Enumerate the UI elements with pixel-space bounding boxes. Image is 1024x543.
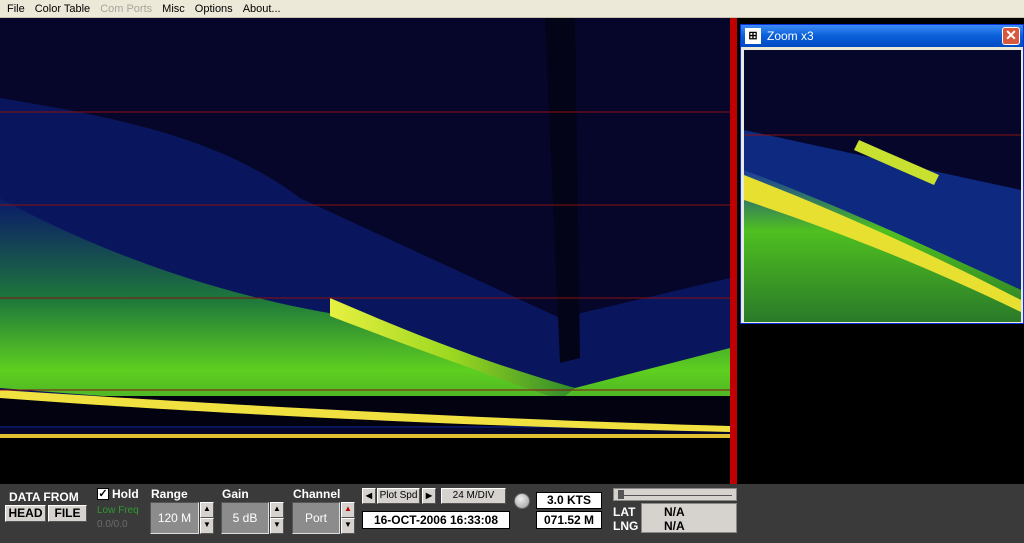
channel-down-arrow-icon[interactable]: ▼ bbox=[341, 518, 355, 534]
lat-label: LAT bbox=[613, 505, 636, 519]
data-from-label: DATA FROM bbox=[9, 490, 79, 504]
menu-bar: File Color Table Com Ports Misc Options … bbox=[0, 0, 1024, 18]
gain-up-arrow-icon[interactable]: ▲ bbox=[270, 502, 284, 518]
lat-value: N/A bbox=[664, 505, 685, 519]
menu-com-ports[interactable]: Com Ports bbox=[95, 0, 157, 18]
close-icon[interactable]: ✕ bbox=[1002, 27, 1020, 45]
channel-up-arrow-icon[interactable]: ▲ bbox=[341, 502, 355, 518]
menu-file[interactable]: File bbox=[2, 0, 30, 18]
menu-options[interactable]: Options bbox=[190, 0, 238, 18]
sonar-waterfall-display[interactable] bbox=[0, 18, 730, 484]
zoom-title: Zoom x3 bbox=[767, 29, 814, 43]
control-panel: DATA FROM HEAD FILE ✓ Hold Low Freq 0.0/… bbox=[0, 484, 1024, 543]
knob-icon[interactable] bbox=[514, 493, 530, 509]
ping-counter: 0.0/0.0 bbox=[97, 519, 128, 530]
menu-about[interactable]: About... bbox=[238, 0, 286, 18]
distance-display: 071.52 M bbox=[536, 511, 602, 529]
zoom-title-bar[interactable]: ⊞ Zoom x3 bbox=[741, 25, 1023, 47]
slider-track bbox=[618, 495, 732, 496]
head-button[interactable]: HEAD bbox=[5, 505, 46, 522]
plot-speed-left-arrow-icon[interactable]: ◀ bbox=[362, 488, 376, 504]
menu-color-table[interactable]: Color Table bbox=[30, 0, 95, 18]
sonar-image bbox=[0, 18, 730, 484]
below-bottom bbox=[0, 438, 730, 484]
speed-display: 3.0 KTS bbox=[536, 492, 602, 509]
menu-misc[interactable]: Misc bbox=[157, 0, 190, 18]
range-value: 120 M bbox=[150, 502, 199, 534]
plot-speed-label: Plot Spd bbox=[377, 488, 420, 504]
datetime-display: 16-OCT-2006 16:33:08 bbox=[362, 511, 510, 529]
range-label: Range bbox=[151, 487, 188, 501]
position-display: N/A N/A bbox=[641, 503, 737, 533]
plot-speed-right-arrow-icon[interactable]: ▶ bbox=[422, 488, 436, 504]
gain-down-arrow-icon[interactable]: ▼ bbox=[270, 518, 284, 534]
gain-value: 5 dB bbox=[221, 502, 269, 534]
position-slider[interactable] bbox=[613, 488, 737, 501]
lng-label: LNG bbox=[613, 519, 639, 533]
gain-label: Gain bbox=[222, 487, 249, 501]
div-value: 24 M/DIV bbox=[441, 488, 506, 504]
hold-checkbox[interactable]: ✓ bbox=[97, 488, 109, 500]
file-button[interactable]: FILE bbox=[48, 505, 87, 522]
zoom-image bbox=[744, 50, 1021, 322]
low-freq-label[interactable]: Low Freq bbox=[97, 505, 139, 516]
zoom-view bbox=[744, 50, 1021, 322]
app-icon: ⊞ bbox=[745, 28, 761, 44]
slider-thumb[interactable] bbox=[618, 490, 624, 499]
hold-label: Hold bbox=[112, 487, 139, 501]
lng-value: N/A bbox=[664, 519, 685, 533]
range-up-arrow-icon[interactable]: ▲ bbox=[200, 502, 214, 518]
display-divider-bar[interactable] bbox=[730, 18, 737, 484]
channel-label: Channel bbox=[293, 487, 341, 501]
bottom-line bbox=[0, 434, 730, 438]
range-down-arrow-icon[interactable]: ▼ bbox=[200, 518, 214, 534]
channel-value: Port bbox=[292, 502, 340, 534]
zoom-window: ⊞ Zoom x3 ✕ bbox=[740, 24, 1024, 324]
